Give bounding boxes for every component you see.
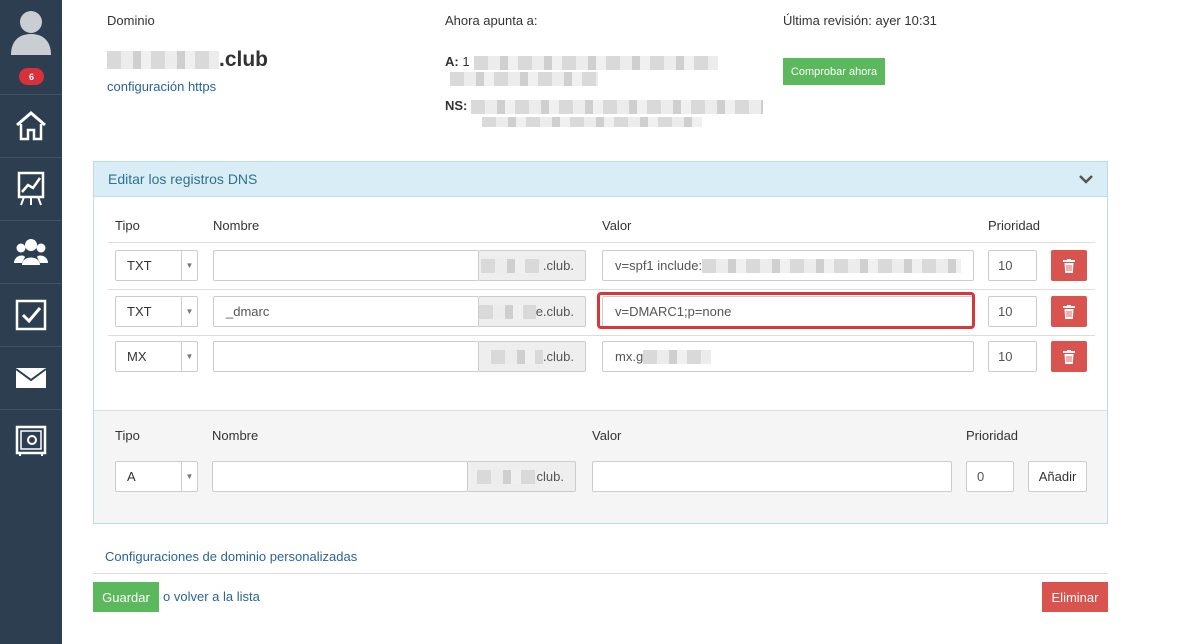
- trash-icon: [1063, 258, 1075, 273]
- redacted-domain: [107, 51, 219, 69]
- new-col-header-type: Tipo: [115, 428, 140, 443]
- redacted-ns-value: [471, 99, 764, 114]
- divider: [108, 335, 1095, 336]
- custom-config-link[interactable]: Configuraciones de dominio personalizada…: [105, 549, 357, 564]
- chart-icon: [17, 171, 45, 206]
- trash-icon: [1063, 349, 1075, 364]
- new-record-value-input[interactable]: [592, 461, 952, 492]
- new-record-domain-suffix: club.: [468, 461, 576, 492]
- sidebar-item-safe[interactable]: [0, 409, 62, 472]
- main-content: Dominio .club configuración https Ahora …: [62, 0, 1200, 644]
- new-col-header-priority: Prioridad: [966, 428, 1019, 443]
- record-domain-suffix: .club.: [479, 341, 586, 372]
- notification-badge[interactable]: 6: [19, 68, 44, 85]
- checkbox-icon: [15, 299, 47, 331]
- record-value-input[interactable]: v=spf1 include:: [602, 250, 974, 281]
- sidebar-item-tasks[interactable]: [0, 283, 62, 346]
- dns-panel-header[interactable]: Editar los registros DNS: [94, 162, 1107, 197]
- save-button[interactable]: Guardar: [93, 582, 159, 612]
- points-to-label: Ahora apunta a:: [445, 13, 538, 28]
- delete-record-button[interactable]: [1051, 341, 1087, 372]
- divider: [108, 289, 1095, 290]
- caret-down-icon: ▼: [181, 297, 197, 326]
- back-to-list-link[interactable]: o volver a la lista: [163, 589, 260, 604]
- last-review: Última revisión: ayer 10:31: [783, 13, 937, 28]
- record-type-select[interactable]: MX ▼: [115, 341, 198, 372]
- divider: [108, 242, 1095, 243]
- delete-domain-button[interactable]: Eliminar: [1042, 582, 1108, 612]
- dns-panel: Editar los registros DNS Tipo Nombre Val…: [93, 161, 1108, 524]
- col-header-priority: Prioridad: [988, 218, 1041, 233]
- dns-panel-title: Editar los registros DNS: [108, 171, 258, 187]
- new-record-type-select[interactable]: A ▼: [115, 461, 198, 492]
- sidebar-item-mail[interactable]: [0, 346, 62, 409]
- safe-icon: [15, 425, 47, 456]
- redacted-a-value: [474, 55, 719, 70]
- record-name-input[interactable]: _dmarc: [213, 296, 479, 327]
- add-record-button[interactable]: Añadir: [1028, 461, 1087, 492]
- record-priority-input[interactable]: 10: [988, 296, 1037, 327]
- home-icon: [16, 111, 46, 141]
- sidebar-item-users[interactable]: [0, 220, 62, 283]
- redacted-value: [702, 258, 961, 273]
- caret-down-icon: ▼: [181, 462, 197, 491]
- col-header-value: Valor: [602, 218, 632, 233]
- mail-icon: [15, 368, 47, 388]
- ns-record-current: NS:: [445, 98, 764, 114]
- record-domain-suffix: e.club.: [479, 296, 586, 327]
- new-record-priority-input[interactable]: 0: [966, 461, 1014, 492]
- sidebar-item-home[interactable]: [0, 94, 62, 157]
- delete-record-button[interactable]: [1051, 250, 1087, 281]
- redacted-value: [643, 349, 712, 364]
- record-name-input[interactable]: [213, 341, 479, 372]
- sidebar-item-stats[interactable]: [0, 157, 62, 220]
- chevron-down-icon[interactable]: [1079, 174, 1093, 184]
- check-now-button[interactable]: Comprobar ahora: [783, 58, 885, 85]
- col-header-name: Nombre: [213, 218, 260, 233]
- avatar[interactable]: [0, 0, 62, 62]
- caret-down-icon: ▼: [181, 251, 197, 280]
- caret-down-icon: ▼: [181, 342, 197, 371]
- redacted-ns-value-2: [482, 113, 702, 128]
- record-type-select[interactable]: TXT ▼: [115, 296, 198, 327]
- users-icon: [14, 239, 48, 265]
- highlight-box: [597, 292, 975, 329]
- a-record-current: A: 1: [445, 54, 719, 70]
- record-domain-suffix: .club.: [479, 250, 586, 281]
- domain-label: Dominio: [107, 13, 155, 28]
- record-priority-input[interactable]: 10: [988, 250, 1037, 281]
- record-name-input[interactable]: [213, 250, 479, 281]
- record-type-select[interactable]: TXT ▼: [115, 250, 198, 281]
- sidebar: 6: [0, 0, 62, 644]
- divider: [93, 573, 1108, 574]
- trash-icon: [1063, 304, 1075, 319]
- new-record-name-input[interactable]: [212, 461, 468, 492]
- user-avatar-icon: [11, 11, 51, 55]
- domain-name: .club: [107, 48, 268, 72]
- col-header-type: Tipo: [115, 218, 140, 233]
- record-value-input[interactable]: mx.g: [602, 341, 974, 372]
- delete-record-button[interactable]: [1051, 296, 1087, 327]
- new-col-header-value: Valor: [592, 428, 622, 443]
- new-record-section: Tipo Nombre Valor Prioridad A ▼ club. 0 …: [94, 410, 1107, 523]
- record-priority-input[interactable]: 10: [988, 341, 1037, 372]
- new-col-header-name: Nombre: [212, 428, 259, 443]
- redacted-a-value-2: [450, 70, 598, 86]
- https-config-link[interactable]: configuración https: [107, 79, 216, 94]
